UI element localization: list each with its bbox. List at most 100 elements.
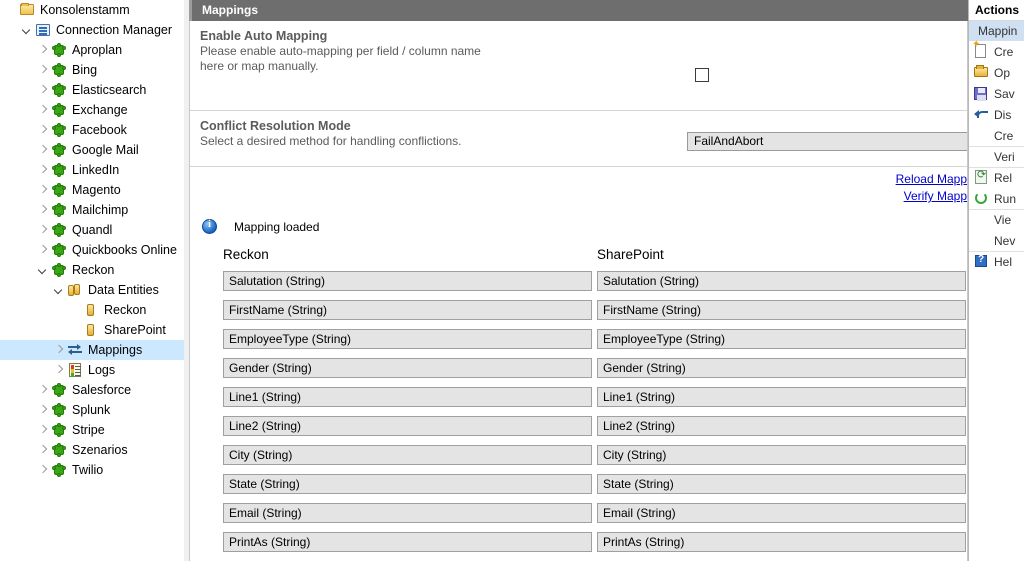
tree-item-stripe[interactable]: Stripe (0, 420, 184, 440)
action-item-run-7[interactable]: Run (969, 188, 1024, 209)
tree-twisty[interactable] (51, 342, 67, 358)
tree-twisty[interactable] (35, 82, 51, 98)
target-field-select[interactable]: Line2 (String) (597, 416, 966, 436)
source-field-select[interactable]: PrintAs (String) (223, 532, 592, 552)
tree-item-data-entities[interactable]: Data Entities (0, 280, 184, 300)
tree-item-connection-manager[interactable]: Connection Manager (0, 20, 184, 40)
tree-item-elasticsearch[interactable]: Elasticsearch (0, 80, 184, 100)
tree-item-logs[interactable]: Logs (0, 360, 184, 380)
target-field-select[interactable]: FirstName (String) (597, 300, 966, 320)
target-field-select[interactable]: Gender (String) (597, 358, 966, 378)
tree-item-mappings[interactable]: Mappings (0, 340, 184, 360)
auto-mapping-desc-line1: Please enable auto-mapping per field / c… (200, 44, 957, 59)
source-field-select[interactable]: Line2 (String) (223, 416, 592, 436)
tree-twisty[interactable] (67, 322, 83, 338)
link-reload-mapp[interactable]: Reload Mapp (717, 171, 967, 188)
tree-item-salesforce[interactable]: Salesforce (0, 380, 184, 400)
action-item-nev-9[interactable]: Nev (969, 230, 1024, 251)
save-icon (972, 85, 992, 103)
action-item-cre-0[interactable]: Cre (969, 41, 1024, 62)
tree-twisty[interactable] (35, 402, 51, 418)
action-item-label: Rel (994, 171, 1012, 185)
tree-item-quandl[interactable]: Quandl (0, 220, 184, 240)
tree-item-label: Stripe (72, 422, 105, 438)
tree-twisty[interactable] (35, 242, 51, 258)
tree-twisty[interactable] (35, 182, 51, 198)
tree-item-facebook[interactable]: Facebook (0, 120, 184, 140)
source-field-select[interactable]: Salutation (String) (223, 271, 592, 291)
tree-twisty[interactable] (35, 42, 51, 58)
target-field-select[interactable]: PrintAs (String) (597, 532, 966, 552)
tree-item-sharepoint[interactable]: SharePoint (0, 320, 184, 340)
tree-item-twilio[interactable]: Twilio (0, 460, 184, 480)
tree-twisty[interactable] (35, 222, 51, 238)
tree-twisty[interactable] (35, 202, 51, 218)
tree-item-reckon[interactable]: Reckon (0, 300, 184, 320)
tree-item-quickbooks-online[interactable]: Quickbooks Online (0, 240, 184, 260)
tree-item-mailchimp[interactable]: Mailchimp (0, 200, 184, 220)
status-message: Mapping loaded (202, 219, 319, 234)
plugin-icon (51, 62, 69, 78)
action-item-dis-3[interactable]: Dis (969, 104, 1024, 125)
tree-item-exchange[interactable]: Exchange (0, 100, 184, 120)
tree-item-aproplan[interactable]: Aproplan (0, 40, 184, 60)
action-item-veri-5[interactable]: Veri (969, 146, 1024, 167)
tree-twisty[interactable] (51, 282, 67, 298)
tree-twisty[interactable] (35, 122, 51, 138)
tree-item-reckon[interactable]: Reckon (0, 260, 184, 280)
tree-twisty[interactable] (35, 262, 51, 278)
action-item-sav-2[interactable]: Sav (969, 83, 1024, 104)
tree-twisty[interactable] (67, 302, 83, 318)
action-item-cre-4[interactable]: Cre (969, 125, 1024, 146)
tree-twisty[interactable] (3, 2, 19, 18)
connection-tree-pane[interactable]: Konsolenstamm Connection Manager AproplanB… (0, 0, 184, 561)
source-field-select[interactable]: FirstName (String) (223, 300, 592, 320)
source-field-select[interactable]: City (String) (223, 445, 592, 465)
tree-item-szenarios[interactable]: Szenarios (0, 440, 184, 460)
tree-item-bing[interactable]: Bing (0, 60, 184, 80)
panel-title: Mappings (189, 0, 968, 21)
action-item-label: Cre (994, 129, 1013, 143)
tree-twisty[interactable] (35, 62, 51, 78)
tree-twisty[interactable] (35, 382, 51, 398)
entity-icon (83, 302, 101, 318)
source-field-select[interactable]: Gender (String) (223, 358, 592, 378)
source-field-select[interactable]: EmployeeType (String) (223, 329, 592, 349)
target-field-select[interactable]: EmployeeType (String) (597, 329, 966, 349)
data-entities-icon (67, 282, 85, 298)
tree-item-label: Quandl (72, 222, 112, 238)
source-field-select[interactable]: Email (String) (223, 503, 592, 523)
action-item-vie-8[interactable]: Vie (969, 209, 1024, 230)
tree-item-label: SharePoint (104, 322, 166, 338)
conflict-resolution-select[interactable]: FailAndAbort (687, 132, 968, 151)
target-field-select[interactable]: State (String) (597, 474, 966, 494)
action-item-op-1[interactable]: Op (969, 62, 1024, 83)
target-field-select[interactable]: City (String) (597, 445, 966, 465)
auto-mapping-checkbox[interactable] (695, 68, 709, 82)
target-field-select[interactable]: Line1 (String) (597, 387, 966, 407)
tree-twisty[interactable] (35, 162, 51, 178)
tree-item-linkedin[interactable]: LinkedIn (0, 160, 184, 180)
tree-twisty[interactable] (35, 422, 51, 438)
tree-item-magento[interactable]: Magento (0, 180, 184, 200)
tree-item-google-mail[interactable]: Google Mail (0, 140, 184, 160)
link-verify-mapp[interactable]: Verify Mapp (717, 188, 967, 205)
tree-twisty[interactable] (19, 22, 35, 38)
tree-twisty[interactable] (51, 362, 67, 378)
tree-item-label: Szenarios (72, 442, 128, 458)
tree-twisty[interactable] (35, 462, 51, 478)
tree-twisty[interactable] (35, 442, 51, 458)
tree-item-konsolenstamm[interactable]: Konsolenstamm (0, 0, 184, 20)
tree-item-label: Connection Manager (56, 22, 172, 38)
target-field-select[interactable]: Email (String) (597, 503, 966, 523)
tree-item-label: Salesforce (72, 382, 131, 398)
action-icon-placeholder (972, 148, 992, 166)
tree-item-splunk[interactable]: Splunk (0, 400, 184, 420)
source-field-select[interactable]: Line1 (String) (223, 387, 592, 407)
tree-twisty[interactable] (35, 102, 51, 118)
action-item-hel-10[interactable]: Hel (969, 251, 1024, 272)
action-item-rel-6[interactable]: Rel (969, 167, 1024, 188)
tree-twisty[interactable] (35, 142, 51, 158)
target-field-select[interactable]: Salutation (String) (597, 271, 966, 291)
source-field-select[interactable]: State (String) (223, 474, 592, 494)
